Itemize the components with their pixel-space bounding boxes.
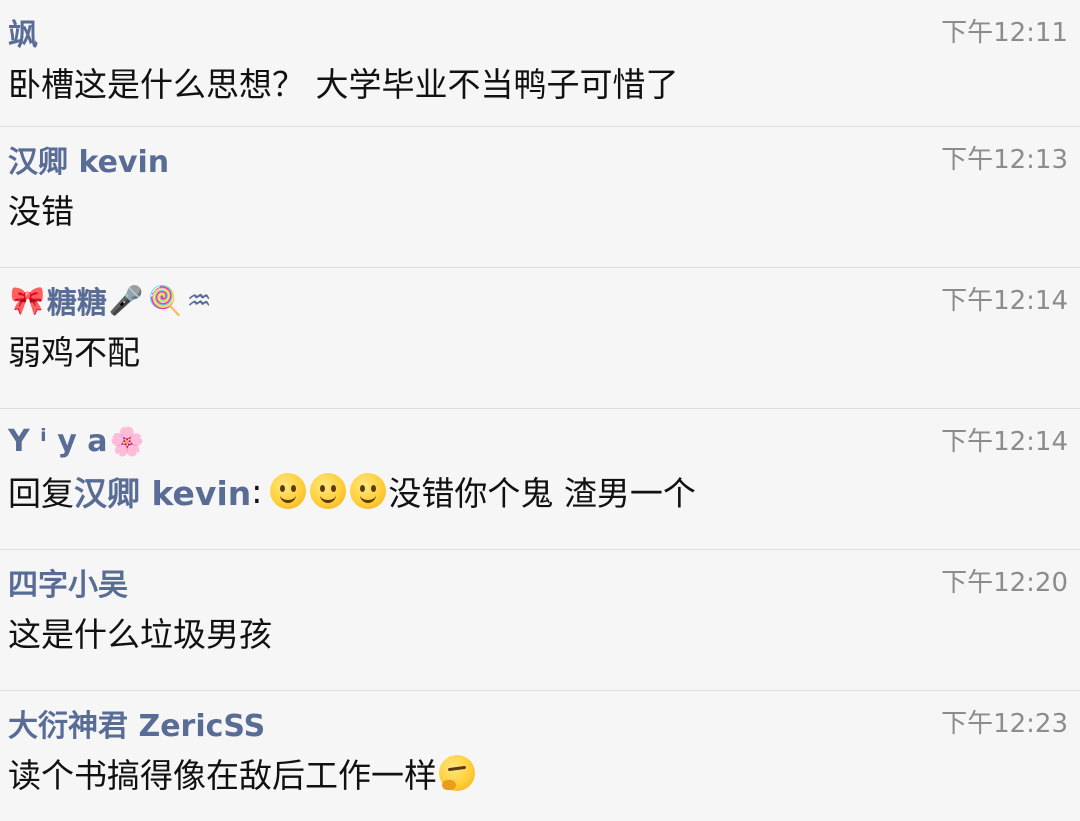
comment-time: 下午12:20: [941, 568, 1068, 598]
reply-target-link[interactable]: 汉卿 kevin: [74, 467, 251, 515]
comment-item[interactable]: 大衍神君 ZericSS 下午12:23 读个书搞得像在敌后工作一样: [0, 691, 1080, 821]
lollipop-emoji: 🍭: [147, 283, 183, 317]
comment-text: 这是什么垃圾男孩: [8, 615, 272, 654]
comment-author[interactable]: 四字小吴: [8, 560, 128, 604]
reply-prefix: 回复: [8, 474, 74, 513]
comment-item[interactable]: 汉卿 kevin 下午12:13 没错: [0, 127, 1080, 267]
comment-author[interactable]: 飒: [8, 10, 38, 54]
author-name[interactable]: Y ⁱ y a: [8, 424, 107, 459]
comment-item[interactable]: 飒 下午12:11 卧槽这是什么思想？ 大学毕业不当鸭子可惜了: [0, 0, 1080, 126]
microphone-emoji: 🎤: [108, 283, 144, 317]
smile-face-icon: [350, 473, 387, 509]
comment-body: 读个书搞得像在敌后工作一样: [8, 756, 437, 795]
comment-list: 飒 下午12:11 卧槽这是什么思想？ 大学毕业不当鸭子可惜了 汉卿 kevin…: [0, 0, 1080, 818]
author-name[interactable]: 四字小吴: [8, 560, 128, 604]
comment-text: 读个书搞得像在敌后工作一样: [8, 749, 475, 797]
comment-time: 下午12:13: [941, 145, 1068, 175]
comment-text: 弱鸡不配: [8, 333, 140, 372]
author-name[interactable]: 汉卿 kevin: [8, 137, 169, 181]
bow-emoji: 🎀: [10, 283, 45, 317]
comment-item[interactable]: 🎀 糖糖 🎤 🍭 ♒ 下午12:14 弱鸡不配: [0, 268, 1080, 408]
comment-text: 没错: [8, 192, 74, 231]
comment-time: 下午12:14: [941, 427, 1068, 457]
author-name[interactable]: 飒: [8, 10, 38, 54]
aquarius-emoji: ♒: [186, 283, 212, 317]
comment-time: 下午12:11: [941, 18, 1068, 48]
author-name[interactable]: 大衍神君 ZericSS: [8, 701, 265, 745]
smile-face-icon: [310, 473, 347, 509]
reply-body: 没错你个鬼 渣男一个: [388, 474, 696, 513]
comment-text: 回复 汉卿 kevin : 没错你个鬼 渣男一个: [8, 467, 696, 515]
comment-item[interactable]: 四字小吴 下午12:20 这是什么垃圾男孩: [0, 550, 1080, 690]
comment-time: 下午12:23: [941, 709, 1068, 739]
comment-item[interactable]: Y ⁱ y a 🌸 下午12:14 回复 汉卿 kevin : 没错你个鬼 渣男…: [0, 409, 1080, 549]
comment-author[interactable]: 汉卿 kevin: [8, 137, 169, 181]
comment-author[interactable]: 大衍神君 ZericSS: [8, 701, 265, 745]
comment-author[interactable]: Y ⁱ y a 🌸: [8, 421, 146, 461]
cherry-blossom-emoji: 🌸: [109, 424, 145, 458]
comment-time: 下午12:14: [941, 286, 1068, 316]
smile-face-icon: [270, 473, 307, 509]
comment-author[interactable]: 🎀 糖糖 🎤 🍭 ♒: [8, 278, 214, 322]
author-name[interactable]: 糖糖: [47, 278, 107, 322]
reply-colon: :: [251, 471, 263, 511]
thinking-face-icon: [439, 755, 475, 791]
comment-text: 卧槽这是什么思想？ 大学毕业不当鸭子可惜了: [8, 65, 679, 104]
